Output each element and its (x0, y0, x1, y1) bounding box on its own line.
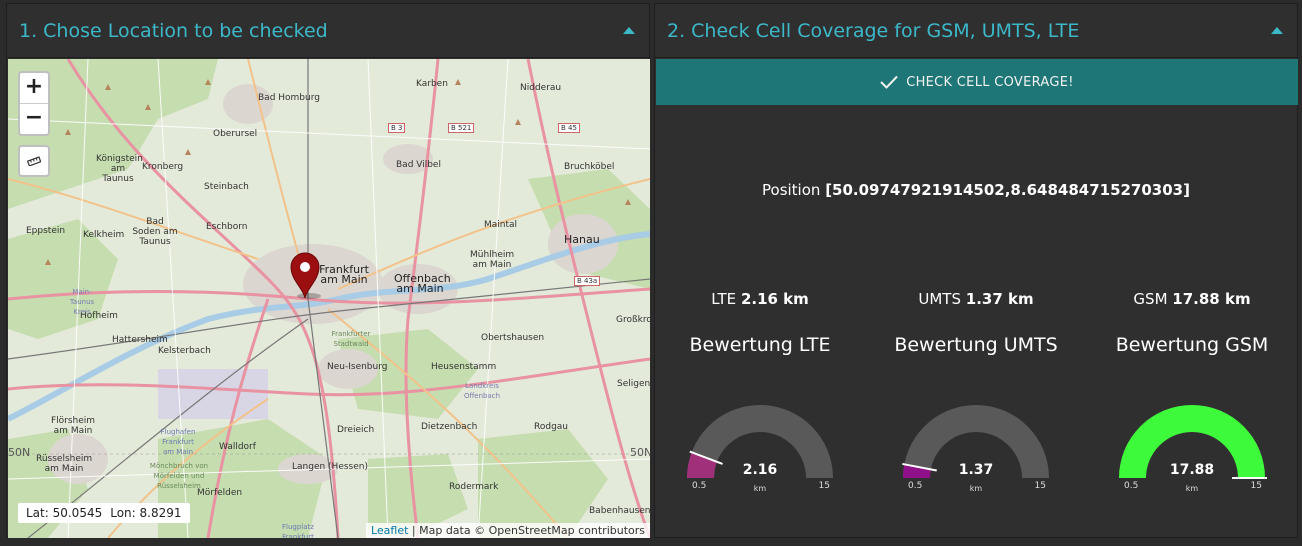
latitude-label: 50N (8, 446, 31, 459)
map-label: Kelkheim (83, 230, 125, 240)
gauge-max: 15 (818, 481, 830, 491)
gauge-min: 0.5 (692, 481, 707, 491)
map-label: Königstein am Taunus (96, 154, 143, 184)
position-label: Position (762, 181, 821, 199)
map[interactable]: Karben Nidderau Bad Homburg Oberursel Kö… (8, 59, 650, 538)
map-label: Flörsheim am Main (50, 416, 96, 436)
map-label: Dreieich (337, 425, 375, 435)
lte-label: LTE (711, 290, 737, 308)
gsm-distance: GSM 17.88 km (1087, 290, 1297, 308)
leaflet-link[interactable]: Leaflet (371, 524, 408, 537)
map-label: Maintal (484, 220, 518, 230)
map-label: Rodgau (534, 422, 569, 432)
gsm-rating-title: Bewertung GSM (1115, 334, 1269, 356)
map-label: Rüsselsheim am Main (36, 454, 93, 474)
map-label: Bad Soden am Taunus (132, 217, 178, 247)
map-label: Oberursel (213, 129, 258, 139)
check-coverage-label: CHECK CELL COVERAGE! (906, 74, 1074, 90)
lte-rating-title: Bewertung LTE (689, 334, 831, 356)
road-label: B 3 (388, 123, 406, 133)
attribution-text: | Map data © OpenStreetMap contributors (411, 524, 645, 537)
coverage-panel: 2. Check Cell Coverage for GSM, UMTS, LT… (654, 3, 1298, 538)
lte-distance: LTE 2.16 km (655, 290, 865, 308)
map-label: Eppstein (26, 226, 66, 236)
map-label: Flughafen Frankfurt am Main (160, 428, 196, 456)
map-label: Walldorf (219, 442, 256, 452)
map-label: Kronberg (142, 162, 184, 172)
latitude-readout: Lat: 50.0545 (26, 506, 103, 520)
map-label: Hanau (564, 233, 600, 246)
checkmark-icon (880, 75, 898, 89)
zoom-control: + − (18, 71, 50, 136)
map-label: Steinbach (204, 182, 249, 192)
mouse-coordinates: Lat: 50.0545 Lon: 8.8291 (18, 503, 190, 523)
gauge-value: 2.16 (742, 462, 778, 478)
umts-value: 1.37 km (965, 290, 1034, 308)
coverage-panel-title: 2. Check Cell Coverage for GSM, UMTS, LT… (667, 19, 1080, 42)
zoom-in-button[interactable]: + (20, 73, 48, 103)
collapse-icon[interactable] (623, 27, 635, 34)
gauge-value: 1.37 (958, 462, 994, 478)
map-label: Main-Taunus Kreis (69, 288, 95, 316)
map-label: Bruchköbel (564, 162, 615, 172)
umts-rating-title: Bewertung UMTS (894, 334, 1058, 356)
map-label: Obertshausen (481, 333, 545, 343)
umts-distance: UMTS 1.37 km (871, 290, 1081, 308)
road-label: B 45 (558, 123, 580, 133)
map-label: Landkreis Offenbach (463, 382, 501, 400)
measure-button[interactable] (18, 145, 50, 177)
map-label: Seligenstadt (617, 379, 650, 389)
map-label: Heusenstamm (431, 362, 497, 372)
gauge-min: 0.5 (1124, 481, 1139, 491)
map-label: Frankfurt am Main (319, 263, 369, 286)
map-label: Nidderau (520, 83, 562, 93)
road-label: B 521 (448, 123, 475, 133)
location-panel-title: 1. Chose Location to be checked (19, 19, 328, 42)
coverage-panel-header[interactable]: 2. Check Cell Coverage for GSM, UMTS, LT… (655, 4, 1297, 58)
map-label: Eschborn (206, 222, 248, 232)
map-label: Großkrotz (616, 315, 650, 325)
ruler-icon (27, 156, 41, 166)
location-panel: 1. Chose Location to be checked Karben N… (6, 3, 650, 538)
map-label: Bad Vilbel (396, 160, 441, 170)
map-label: Flugplatz Frankfurt (282, 523, 314, 538)
umts-gauge: 1.37 km 0.5 15 (896, 396, 1056, 500)
umts-label: UMTS (918, 290, 961, 308)
map-label: Karben (416, 79, 448, 89)
map-label: Neu-Isenburg (327, 362, 388, 372)
road-label: B 43a (574, 276, 601, 286)
gsm-label: GSM (1133, 290, 1168, 308)
map-label: Bad Homburg (258, 93, 320, 103)
position-value: [50.09747921914502,8.648484715270303] (825, 181, 1190, 199)
gauge-max: 15 (1250, 481, 1262, 491)
map-label: Offenbach am Main (394, 272, 451, 295)
map-label: Dietzenbach (421, 422, 478, 432)
location-marker-icon[interactable] (289, 252, 321, 300)
latitude-label: 50N (630, 446, 650, 459)
map-label: Kelsterbach (158, 346, 211, 356)
check-coverage-button[interactable]: CHECK CELL COVERAGE! (656, 59, 1298, 105)
map-label: Mönchbruch von Mörfelden und Rüsselsheim (149, 462, 209, 490)
gauge-value: 17.88 (1169, 462, 1215, 478)
map-label: Babenhausen (589, 506, 650, 516)
map-label: Langen (Hessen) (292, 462, 368, 472)
lte-gauge: 2.16 km 0.5 15 (680, 396, 840, 500)
map-attribution: Leaflet | Map data © OpenStreetMap contr… (365, 523, 650, 538)
gauge-max: 15 (1034, 481, 1046, 491)
gauge-min: 0.5 (908, 481, 923, 491)
collapse-icon[interactable] (1271, 27, 1283, 34)
map-label: Frankfurter Stadtwald (331, 330, 371, 348)
zoom-out-button[interactable]: − (20, 103, 48, 134)
map-label: Hattersheim (112, 335, 168, 345)
map-label: Rodermark (449, 482, 499, 492)
lte-value: 2.16 km (740, 290, 809, 308)
map-label: Mühlheim am Main (470, 250, 515, 270)
gsm-value: 17.88 km (1172, 290, 1251, 308)
longitude-readout: Lon: 8.8291 (110, 506, 182, 520)
position-readout: Position [50.09747921914502,8.6484847152… (655, 181, 1297, 199)
gsm-gauge: 17.88 km 0.5 15 (1112, 396, 1272, 500)
location-panel-header[interactable]: 1. Chose Location to be checked (7, 4, 649, 58)
